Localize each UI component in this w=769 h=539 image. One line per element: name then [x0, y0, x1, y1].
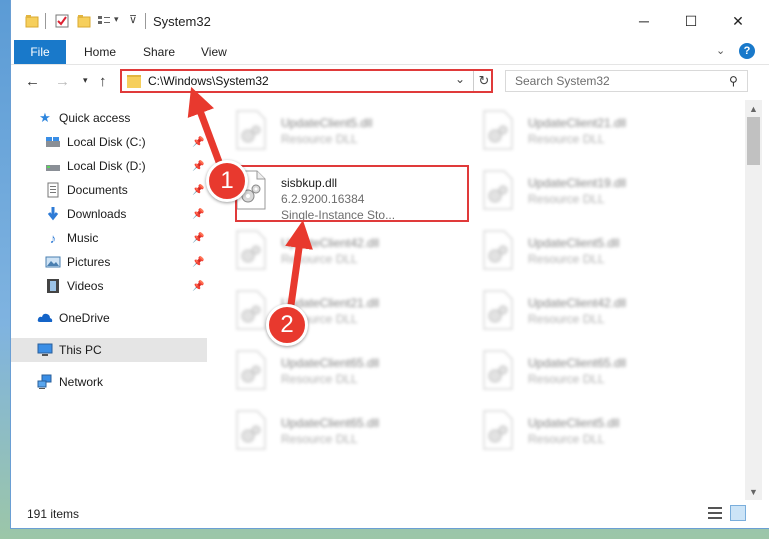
step-1-badge: 1 — [206, 160, 248, 202]
step-2-badge: 2 — [266, 304, 308, 346]
arrow-to-file — [285, 220, 313, 306]
arrow-to-address-bar — [187, 86, 226, 172]
annotation-arrows — [187, 86, 313, 306]
